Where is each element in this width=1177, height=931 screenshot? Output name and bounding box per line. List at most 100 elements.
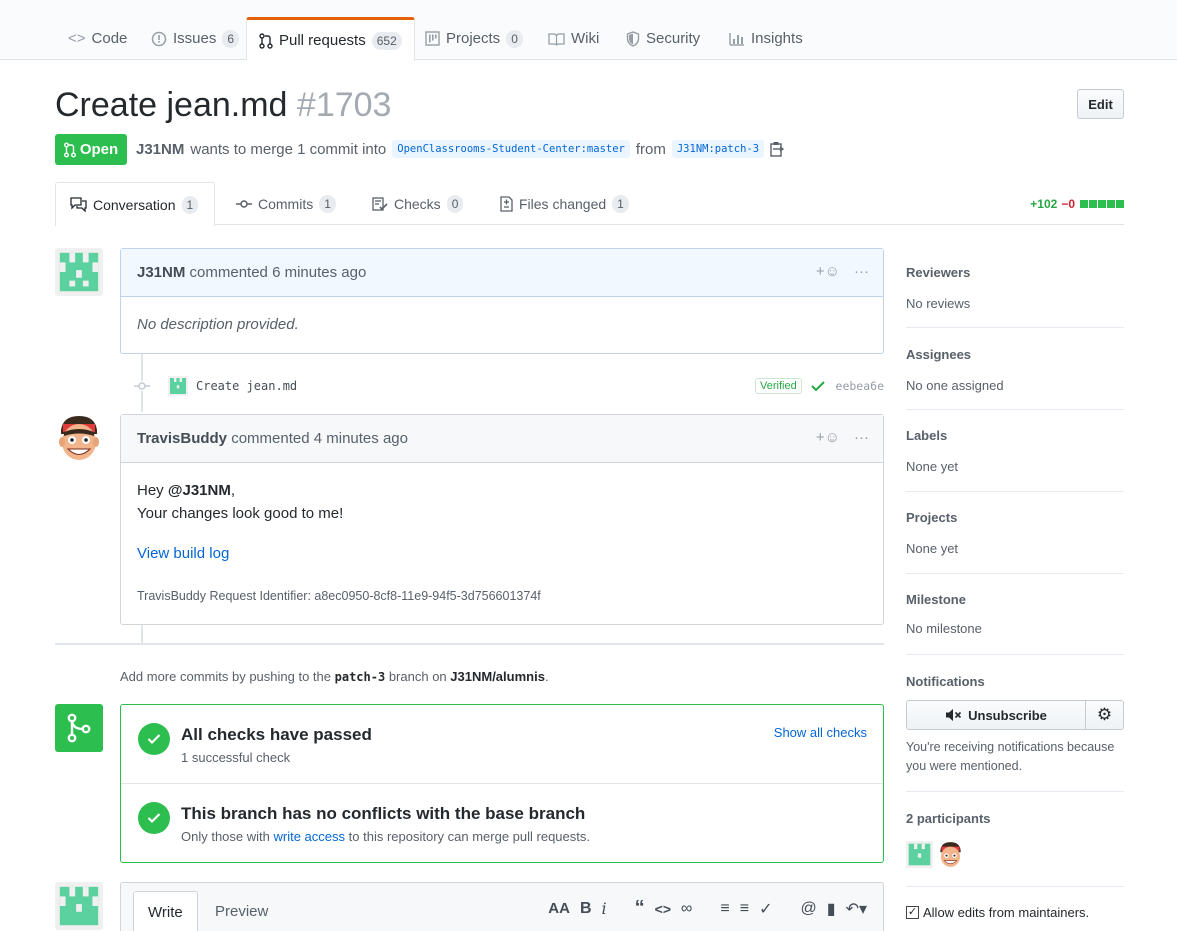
tab-wiki[interactable]: Wiki: [536, 17, 611, 60]
comment-body: No description provided.: [137, 316, 299, 333]
diffstat-bar: [1079, 197, 1124, 211]
sidebar-projects[interactable]: Projects None yet: [906, 510, 1124, 556]
tab-files-changed[interactable]: Files changed 1: [486, 182, 643, 226]
sidebar-labels[interactable]: Labels None yet: [906, 428, 1124, 474]
italic-icon[interactable]: i: [602, 899, 607, 918]
tab-code[interactable]: <> Code: [56, 17, 139, 60]
checks-title: All checks have passed: [181, 725, 372, 744]
timeline-divider: [55, 643, 884, 645]
commit-icon: [236, 200, 252, 208]
participant-avatar-travisbuddy[interactable]: [937, 841, 964, 868]
diff-additions: +102: [1030, 197, 1058, 211]
write-tab[interactable]: Write: [133, 891, 198, 931]
ordered-list-icon[interactable]: ≡: [740, 900, 749, 918]
pr-tabs: Conversation 1 Commits 1 Checks 0 Files …: [55, 182, 1124, 226]
comment-travisbuddy: TravisBuddy commented 4 minutes ago +☺ ·…: [120, 414, 884, 625]
pull-request-icon: [259, 32, 273, 49]
mention-icon[interactable]: @: [801, 900, 817, 918]
merge-box: All checks have passed 1 successful chec…: [120, 704, 884, 863]
request-identifier: TravisBuddy Request Identifier: a8ec0950…: [137, 589, 541, 603]
commit-sha[interactable]: eebea6e: [836, 379, 884, 393]
sidebar-notifications: Notifications: [906, 674, 985, 689]
sidebar-reviewers[interactable]: Reviewers No reviews: [906, 265, 1124, 311]
tab-commits[interactable]: Commits 1: [222, 182, 350, 226]
checks-row: All checks have passed 1 successful chec…: [121, 705, 883, 784]
avatar-travisbuddy[interactable]: [55, 414, 103, 462]
allow-edits-checkbox[interactable]: ✓: [906, 906, 919, 919]
head-ref[interactable]: J31NM:patch-3: [671, 140, 765, 158]
clipboard-icon[interactable]: [770, 141, 785, 157]
shield-icon: [626, 30, 640, 47]
pr-author-link[interactable]: J31NM: [136, 141, 184, 158]
add-reaction-icon[interactable]: +☺: [816, 429, 840, 446]
commit-icon: [134, 381, 150, 391]
quote-icon[interactable]: “: [635, 897, 645, 920]
diffstat[interactable]: +102 −0: [1030, 197, 1124, 211]
bold-icon[interactable]: B: [580, 900, 592, 918]
tab-pull-requests[interactable]: Pull requests 652: [246, 17, 415, 61]
tab-insights[interactable]: Insights: [717, 17, 815, 60]
pr-title: Create jean.md #1703: [55, 86, 392, 124]
link-icon[interactable]: ∞: [681, 900, 692, 918]
kebab-icon[interactable]: ···: [854, 429, 869, 446]
comment-header: J31NM commented 6 minutes ago +☺ ···: [121, 249, 883, 297]
bookmark-icon[interactable]: ▮: [827, 899, 836, 919]
project-icon: [425, 31, 440, 46]
branch-name: patch-3: [334, 670, 386, 684]
markdown-toolbar: AA B i “ <> ∞ ≡ ≡ ✓ @ ▮ ↶▾: [548, 897, 867, 920]
tab-security[interactable]: Security: [614, 17, 712, 60]
tab-checks[interactable]: Checks 0: [358, 182, 477, 226]
unsubscribe-group: Unsubscribe ⚙: [906, 700, 1124, 730]
notification-settings-button[interactable]: ⚙: [1086, 701, 1123, 729]
tab-conversation[interactable]: Conversation 1: [55, 182, 215, 226]
unordered-list-icon[interactable]: ≡: [720, 900, 729, 918]
verified-badge[interactable]: Verified: [755, 378, 802, 394]
write-access-link[interactable]: write access: [274, 829, 346, 844]
state-badge: Open: [55, 134, 127, 165]
preview-tab[interactable]: Preview: [201, 891, 282, 931]
tab-projects[interactable]: Projects 0: [413, 17, 535, 60]
issue-icon: [151, 31, 167, 46]
comment-discussion-icon: [70, 197, 87, 212]
avatar-j31nm[interactable]: [55, 248, 103, 296]
edit-button[interactable]: Edit: [1077, 89, 1124, 119]
reply-icon[interactable]: ↶▾: [846, 899, 867, 919]
sidebar-milestone[interactable]: Milestone No milestone: [906, 592, 1124, 636]
identicon-icon: [906, 841, 933, 868]
tab-issues[interactable]: Issues 6: [139, 17, 251, 60]
comment-form: Write Preview AA B i “ <> ∞ ≡ ≡ ✓ @ ▮ ↶▾: [120, 882, 884, 931]
commit-message[interactable]: Create jean.md: [196, 379, 297, 393]
comment-author[interactable]: J31NM: [137, 264, 185, 281]
avatar-current-user[interactable]: [55, 882, 103, 930]
task-list-icon[interactable]: ✓: [759, 899, 772, 919]
checklist-icon: [372, 197, 388, 211]
checks-subtitle: 1 successful check: [181, 750, 291, 765]
code-icon[interactable]: <>: [655, 901, 671, 917]
allow-edits-option: ✓ Allow edits from maintainers.: [906, 905, 1090, 920]
comment-opening: J31NM commented 6 minutes ago +☺ ··· No …: [120, 248, 884, 354]
repo-nav: <> Code Issues 6 Pull requests 652 Proje…: [0, 0, 1177, 61]
kebab-icon[interactable]: ···: [854, 263, 869, 280]
comment-header: TravisBuddy commented 4 minutes ago +☺ ·…: [121, 415, 883, 463]
sidebar-assignees[interactable]: Assignees No one assigned: [906, 347, 1124, 393]
conflicts-subtitle: Only those with write access to this rep…: [181, 829, 590, 844]
commit-author-avatar[interactable]: [168, 376, 188, 396]
base-ref[interactable]: OpenClassrooms-Student-Center:master: [392, 140, 630, 158]
show-all-checks-link[interactable]: Show all checks: [774, 725, 867, 740]
check-icon: [811, 381, 825, 392]
sidebar-participants: 2 participants: [906, 811, 991, 826]
conflicts-row: This branch has no conflicts with the ba…: [121, 784, 883, 863]
participant-avatar-j31nm[interactable]: [906, 841, 933, 868]
identicon-icon: [55, 248, 103, 296]
comment-author[interactable]: TravisBuddy: [137, 430, 227, 447]
add-reaction-icon[interactable]: +☺: [816, 263, 840, 280]
identicon-icon: [55, 882, 103, 930]
text-size-icon[interactable]: AA: [548, 900, 570, 917]
push-hint: Add more commits by pushing to the patch…: [120, 669, 549, 684]
user-mention[interactable]: @J31NM: [168, 482, 231, 499]
unsubscribe-button[interactable]: Unsubscribe: [907, 701, 1086, 729]
repo-link[interactable]: J31NM/alumnis: [450, 669, 545, 684]
pull-requests-count: 652: [371, 31, 402, 50]
timeline-line: [141, 625, 143, 643]
build-log-link[interactable]: View build log: [137, 545, 229, 562]
